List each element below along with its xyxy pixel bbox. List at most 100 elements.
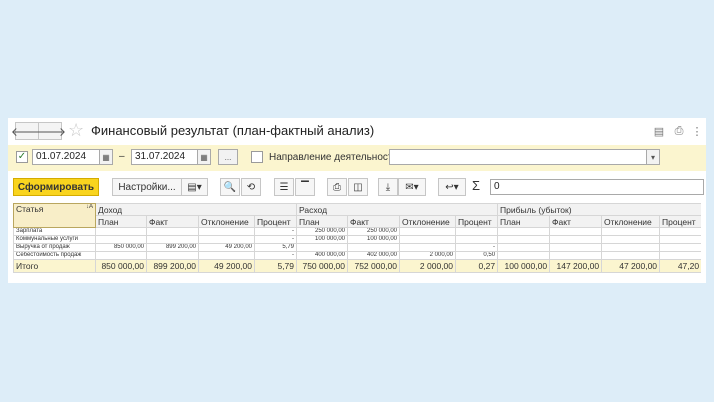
grouping-button[interactable]: ☰ bbox=[274, 178, 294, 196]
row-value-cell bbox=[497, 235, 551, 244]
row-value-cell bbox=[497, 251, 551, 260]
row-value-cell: 0,27 bbox=[455, 259, 499, 273]
header-icon: ▔ bbox=[301, 181, 309, 193]
table-row[interactable]: Себестоимость продаж -400 000,00 402 000,0… bbox=[13, 251, 701, 260]
report-table[interactable]: Статья ↓A Доход Расход Прибыль (убыток) … bbox=[13, 203, 701, 277]
subheader-expense-1: Факт bbox=[347, 215, 401, 228]
row-value-cell bbox=[549, 227, 603, 236]
settings-button[interactable]: Настройки... bbox=[112, 178, 182, 196]
save-icon[interactable]: ▤ bbox=[652, 124, 666, 138]
row-value-cell bbox=[399, 243, 457, 252]
forward-button[interactable]: 🡒 bbox=[34, 122, 66, 140]
variant-menu-button[interactable]: ▤ ▾ bbox=[181, 178, 208, 196]
mail-button[interactable]: ✉ ▾ bbox=[398, 178, 426, 196]
row-value-cell: 250 000,00 bbox=[347, 227, 401, 236]
row-value-cell bbox=[601, 235, 661, 244]
search-replace-button[interactable]: ⟲ bbox=[241, 178, 261, 196]
subheader-expense-0: План bbox=[296, 215, 349, 228]
row-value-cell: 147 200,00 bbox=[549, 259, 603, 273]
table-row[interactable]: Зарплата -250 000,00 250 000,00 bbox=[13, 227, 701, 236]
row-value-cell bbox=[549, 251, 603, 260]
total-row[interactable]: Итого 850 000,00 899 200,00 49 200,00 5,79 75… bbox=[13, 259, 701, 273]
table-row[interactable]: Выручка от продаж 850 000,00 899 200,00 49 … bbox=[13, 243, 701, 252]
row-value-cell bbox=[601, 227, 661, 236]
row-value-cell: 899 200,00 bbox=[146, 243, 199, 252]
export-icon: ⤓ bbox=[385, 181, 391, 193]
preview-button[interactable]: ◫ bbox=[348, 178, 368, 196]
subheader-income-2: Отклонение bbox=[198, 215, 255, 228]
chevron-down-icon: ▾ bbox=[196, 181, 202, 193]
row-value-cell bbox=[146, 251, 199, 260]
row-value-cell bbox=[601, 243, 661, 252]
row-value-cell bbox=[95, 251, 147, 260]
row-value-cell: - bbox=[253, 235, 298, 244]
calendar-to-icon[interactable]: ▦ bbox=[197, 149, 211, 165]
row-value-cell: 5,79 bbox=[253, 243, 298, 252]
direction-field[interactable] bbox=[389, 149, 647, 165]
subheader-row: План Факт Отклонение Процент План Факт Отклоне… bbox=[14, 215, 701, 228]
subheader-profit-3: Процент bbox=[659, 215, 701, 228]
sum-icon: Σ bbox=[472, 178, 481, 193]
table-row[interactable]: Коммунальные услуги -100 000,00 100 000,00 bbox=[13, 235, 701, 244]
row-value-cell: 0,50 bbox=[455, 251, 499, 260]
row-value-cell bbox=[659, 227, 701, 236]
calendar-from-icon[interactable]: ▦ bbox=[99, 149, 113, 165]
row-value-cell: 49 200,00 bbox=[198, 243, 255, 252]
direction-label: Направление деятельности: bbox=[269, 152, 401, 163]
row-value-cell bbox=[455, 227, 499, 236]
row-value-cell: 402 000,00 bbox=[347, 251, 401, 260]
export-button[interactable]: ⤓ bbox=[378, 178, 398, 196]
row-value-cell bbox=[659, 235, 701, 244]
period-checkbox[interactable]: ✓ bbox=[16, 151, 28, 163]
header-button[interactable]: ▔ bbox=[295, 178, 315, 196]
row-article-cell: Себестоимость продаж bbox=[13, 251, 96, 260]
row-article-cell: Итого bbox=[13, 259, 96, 273]
undo-button[interactable]: ↩ ▾ bbox=[438, 178, 466, 196]
row-value-cell bbox=[146, 227, 199, 236]
row-value-cell bbox=[497, 243, 551, 252]
print-button[interactable]: ⎙ bbox=[327, 178, 347, 196]
date-from-field[interactable]: 01.07.2024 bbox=[32, 149, 100, 165]
subheader-profit-1: Факт bbox=[549, 215, 603, 228]
article-header[interactable]: Статья ↓A bbox=[13, 203, 96, 228]
search-button[interactable]: 🔍 bbox=[220, 178, 240, 196]
tree-icon: ☰ bbox=[279, 181, 289, 193]
row-value-cell: 850 000,00 bbox=[95, 243, 147, 252]
row-article-cell: Выручка от продаж bbox=[13, 243, 96, 252]
row-value-cell: 250 000,00 bbox=[296, 227, 349, 236]
direction-checkbox[interactable] bbox=[251, 151, 263, 163]
favorite-star-icon[interactable]: ☆ bbox=[68, 120, 84, 140]
subheader-profit-0: План bbox=[497, 215, 551, 228]
row-value-cell: 5,79 bbox=[253, 259, 298, 273]
group-header-income: Доход bbox=[94, 203, 298, 216]
period-select-button[interactable]: ... bbox=[218, 149, 238, 165]
subheader-expense-2: Отклонение bbox=[399, 215, 457, 228]
more-icon[interactable]: ⋮ bbox=[690, 124, 704, 138]
row-value-cell bbox=[198, 235, 255, 244]
subheader-expense-3: Процент bbox=[455, 215, 499, 228]
row-value-cell bbox=[455, 235, 499, 244]
row-value-cell bbox=[198, 251, 255, 260]
form-report-button[interactable]: Сформировать bbox=[13, 178, 99, 196]
row-value-cell: - bbox=[253, 227, 298, 236]
print-icon[interactable]: ⎙ bbox=[672, 124, 686, 138]
row-value-cell: 100 000,00 bbox=[347, 235, 401, 244]
direction-dropdown-icon[interactable]: ▾ bbox=[646, 149, 660, 165]
row-value-cell bbox=[95, 227, 147, 236]
sort-icon[interactable]: ↓A bbox=[86, 205, 93, 211]
row-value-cell: 47,20 bbox=[659, 259, 701, 273]
row-value-cell bbox=[198, 227, 255, 236]
row-value-cell bbox=[549, 243, 603, 252]
row-value-cell: 400 000,00 bbox=[296, 251, 349, 260]
row-value-cell bbox=[347, 243, 401, 252]
row-value-cell: 750 000,00 bbox=[296, 259, 349, 273]
row-article-cell: Коммунальные услуги bbox=[13, 235, 96, 244]
row-value-cell: 47 200,00 bbox=[601, 259, 661, 273]
subheader-income-0: План bbox=[95, 215, 147, 228]
row-article-cell: Зарплата bbox=[13, 227, 96, 236]
date-to-field[interactable]: 31.07.2024 bbox=[131, 149, 198, 165]
date-separator: – bbox=[119, 151, 125, 162]
search-replace-icon: ⟲ bbox=[246, 181, 256, 193]
row-value-cell: 2 000,00 bbox=[399, 251, 457, 260]
variant-icon: ▤ bbox=[187, 181, 197, 193]
